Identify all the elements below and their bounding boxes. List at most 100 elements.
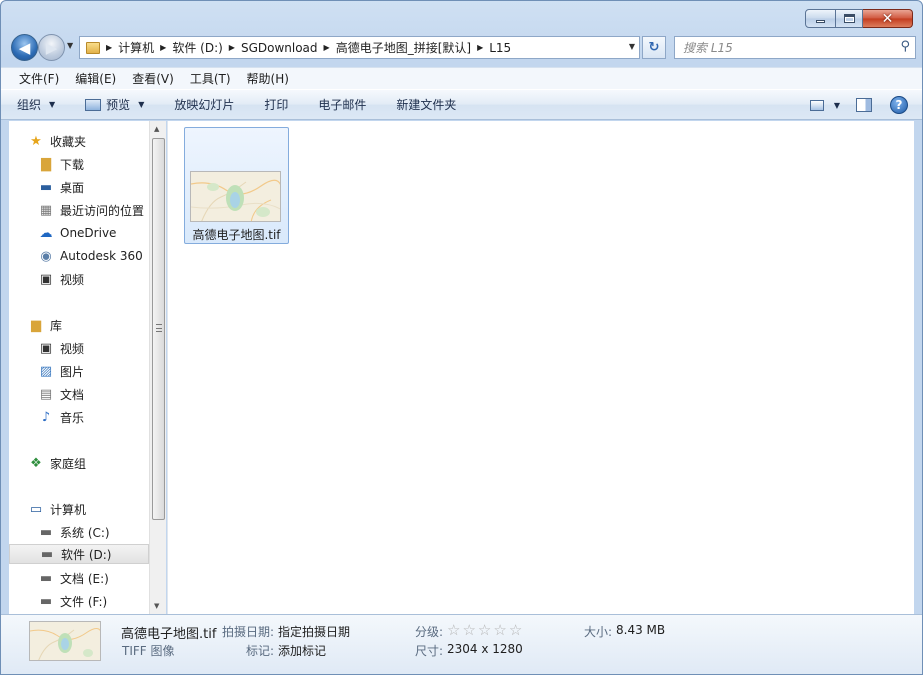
sidebar-item-desktop[interactable]: ▬ 桌面 [38, 177, 84, 197]
recent-pages-dropdown[interactable]: ▼ [67, 41, 73, 50]
back-button[interactable]: ◀ [11, 34, 38, 61]
sidebar-favorites[interactable]: ★ 收藏夹 [28, 131, 86, 151]
system-drive-icon: ▬ [39, 524, 53, 540]
arrow-left-icon: ◀ [18, 38, 31, 57]
breadcrumb-label: 高德电子地图_拼接[默认] [335, 41, 472, 55]
cloud-icon: ☁ [39, 225, 53, 241]
scroll-up-icon[interactable]: ▲ [154, 125, 159, 133]
breadcrumb-label: 计算机 [118, 41, 155, 55]
help-icon[interactable]: ? [890, 96, 908, 114]
breadcrumb-item[interactable]: 计算机 ▶ [118, 39, 172, 56]
slideshow-button[interactable]: 放映幻灯片 [174, 96, 234, 113]
sidebar-item-pictures[interactable]: ▨ 图片 [38, 361, 84, 381]
print-button[interactable]: 打印 [264, 96, 288, 113]
menu-tools[interactable]: 工具(T) [182, 70, 239, 87]
command-bar: 组织 ▼ 预览 ▼ 放映幻灯片 打印 电子邮件 新建文件夹 ▼ ? [1, 89, 922, 120]
close-button[interactable]: ✕ [863, 9, 913, 28]
search-icon[interactable]: ⚲ [900, 39, 910, 54]
sidebar-computer[interactable]: ▭ 计算机 [28, 499, 86, 519]
sidebar-label: 桌面 [60, 180, 85, 195]
chevron-right-icon[interactable]: ▶ [324, 43, 330, 52]
menu-view[interactable]: 查看(V) [124, 70, 182, 87]
details-file-type: TIFF 图像 [122, 644, 175, 658]
sidebar-item-videos-fav[interactable]: ▣ 视频 [38, 269, 84, 289]
details-tag-key: 标记: [246, 644, 275, 658]
details-thumbnail-graphic [30, 622, 100, 660]
star-icon[interactable]: ☆ [478, 623, 491, 638]
sidebar-item-documents[interactable]: ▤ 文档 [38, 384, 84, 404]
star-icon[interactable]: ☆ [493, 623, 506, 638]
menu-edit[interactable]: 编辑(E) [67, 70, 124, 87]
sidebar-label: 软件 (D:) [61, 547, 112, 562]
scroll-down-icon[interactable]: ▼ [154, 602, 159, 610]
sidebar-item-drive-d[interactable]: ▬ 软件 (D:) [9, 544, 149, 564]
sidebar-item-drive-c[interactable]: ▬ 系统 (C:) [38, 522, 110, 542]
navigation-scrollbar[interactable]: ▲ ▼ [149, 121, 166, 614]
chevron-right-icon[interactable]: ▶ [160, 43, 166, 52]
email-button[interactable]: 电子邮件 [318, 96, 366, 113]
chevron-right-icon[interactable]: ▶ [229, 43, 235, 52]
address-history-dropdown[interactable]: ▼ [629, 42, 635, 51]
preview-icon [85, 98, 102, 111]
star-icon[interactable]: ☆ [447, 623, 460, 638]
chevron-down-icon: ▼ [138, 100, 145, 109]
navigation-pane: ★ 收藏夹 ▇ 下载 ▬ 桌面 ▦ 最近访问的位置 ☁ OneDrive ◉ Autodes… [9, 121, 149, 614]
sidebar-label: 计算机 [50, 502, 87, 517]
sidebar-label: 视频 [60, 341, 85, 356]
caption-buttons: ✕ [805, 9, 913, 28]
minimize-button[interactable] [805, 9, 836, 28]
breadcrumb-item[interactable]: SGDownload ▶ [241, 41, 336, 55]
star-icon[interactable]: ☆ [509, 623, 522, 638]
preview-pane-icon[interactable] [856, 98, 872, 112]
sidebar-label: 家庭组 [50, 456, 87, 471]
change-view-icon[interactable] [809, 99, 824, 111]
breadcrumb-item[interactable]: 高德电子地图_拼接[默认] ▶ [336, 39, 490, 56]
forward-button[interactable]: ▶ [38, 34, 65, 61]
view-dropdown-icon[interactable]: ▼ [834, 101, 840, 110]
sidebar-item-videos[interactable]: ▣ 视频 [38, 338, 84, 358]
sidebar-label: 最近访问的位置 [60, 203, 145, 218]
library-icon: ▆ [31, 317, 41, 333]
sidebar-libraries[interactable]: ▆ 库 [28, 315, 62, 335]
address-bar[interactable]: ▶ 计算机 ▶ 软件 (D:) ▶ SGDownload ▶ 高德电子地图_拼接[默认… [79, 36, 640, 59]
video-icon: ▣ [39, 340, 53, 356]
breadcrumb-item[interactable]: 软件 (D:) ▶ [172, 39, 241, 56]
email-label: 电子邮件 [318, 98, 367, 112]
sidebar-item-autodesk[interactable]: ◉ Autodesk 360 [38, 246, 142, 266]
close-icon: ✕ [881, 10, 894, 27]
sidebar-item-downloads[interactable]: ▇ 下载 [38, 154, 84, 174]
sidebar-item-drive-f[interactable]: ▬ 文件 (F:) [38, 591, 107, 611]
new-folder-button[interactable]: 新建文件夹 [396, 96, 456, 113]
maximize-button[interactable] [836, 9, 863, 28]
refresh-button[interactable]: ↻ [642, 36, 666, 59]
details-tag-value[interactable]: 添加标记 [278, 642, 326, 659]
star-icon[interactable]: ☆ [462, 623, 475, 638]
details-file-name: 高德电子地图.tif [121, 627, 217, 642]
search-box[interactable]: 搜索 L15 ⚲ [674, 36, 916, 59]
sidebar-item-recent[interactable]: ▦ 最近访问的位置 [38, 200, 144, 220]
sidebar-item-onedrive[interactable]: ☁ OneDrive [38, 223, 117, 243]
grip-icon [156, 324, 162, 332]
sidebar-item-drive-e[interactable]: ▬ 文档 (E:) [38, 568, 109, 588]
navigation-row: ◀ ▶ ▼ ▶ 计算机 ▶ 软件 (D:) ▶ SGDownload ▶ 高德电子地图… [9, 33, 916, 61]
organize-label: 组织 [17, 98, 42, 112]
video-icon: ▣ [39, 271, 53, 287]
menu-file[interactable]: 文件(F) [11, 70, 67, 87]
details-date-value[interactable]: 指定拍摄日期 [278, 623, 350, 640]
rating-stars[interactable]: ☆ ☆ ☆ ☆ ☆ [447, 623, 524, 638]
sidebar-item-music[interactable]: ♪ 音乐 [38, 407, 84, 427]
sidebar-label: 下载 [60, 157, 85, 172]
sidebar-label: OneDrive [60, 226, 117, 240]
slideshow-label: 放映幻灯片 [174, 98, 235, 112]
preview-button[interactable]: 预览 ▼ [85, 96, 144, 113]
chevron-right-icon[interactable]: ▶ [106, 43, 112, 52]
file-item[interactable]: 高德电子地图.tif [184, 127, 289, 244]
chevron-right-icon[interactable]: ▶ [477, 43, 483, 52]
sidebar-homegroup[interactable]: ❖ 家庭组 [28, 453, 86, 473]
autodesk-icon: ◉ [40, 248, 52, 264]
scroll-thumb[interactable] [152, 138, 165, 520]
breadcrumb-item[interactable]: L15 [489, 41, 511, 55]
breadcrumb-label: SGDownload [240, 40, 318, 55]
organize-button[interactable]: 组织 ▼ [17, 96, 55, 113]
menu-help[interactable]: 帮助(H) [239, 70, 297, 87]
